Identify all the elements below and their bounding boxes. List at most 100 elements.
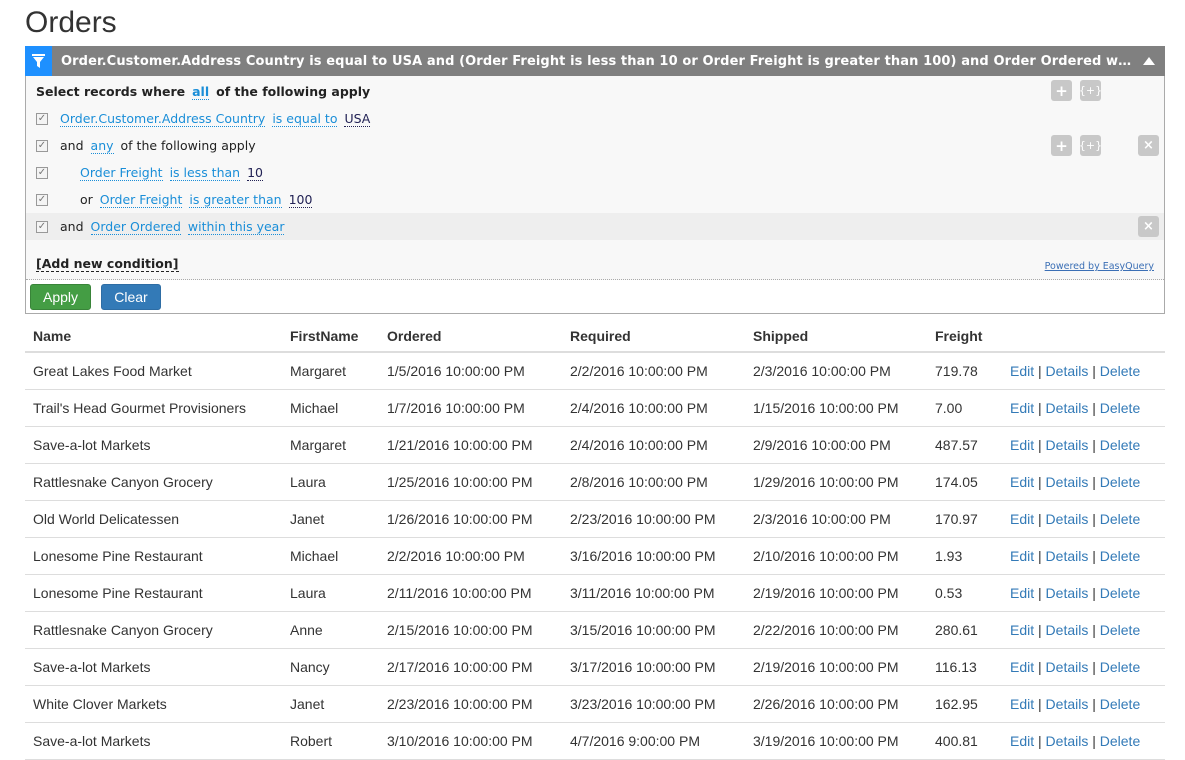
condition-checkbox[interactable]: ✓: [36, 112, 48, 125]
condition-checkbox[interactable]: ✓: [36, 220, 48, 233]
condition-attribute[interactable]: Order Freight: [99, 192, 183, 208]
condition-row: ✓ Order.Customer.Address Country is equa…: [26, 105, 1164, 132]
table-row: White Clover Markets Janet 2/23/2016 10:00…: [25, 685, 1165, 723]
add-group-button[interactable]: {+}: [1079, 80, 1102, 101]
details-link[interactable]: Details: [1046, 622, 1089, 638]
add-condition-button[interactable]: +: [1051, 135, 1072, 156]
separator: |: [1038, 473, 1042, 490]
edit-link[interactable]: Edit: [1010, 733, 1034, 749]
condition-operator[interactable]: within this year: [187, 219, 285, 235]
table-row: Save-a-lot Markets Nancy 2/17/2016 10:00:0…: [25, 648, 1165, 686]
add-new-condition-link[interactable]: [Add new condition]: [36, 257, 179, 272]
separator: |: [1092, 584, 1096, 601]
delete-link[interactable]: Delete: [1100, 622, 1140, 638]
details-link[interactable]: Details: [1046, 437, 1089, 453]
condition-operator[interactable]: is greater than: [189, 192, 282, 208]
edit-link[interactable]: Edit: [1010, 437, 1034, 453]
group-suffix: of the following apply: [120, 138, 256, 153]
edit-link[interactable]: Edit: [1010, 400, 1034, 416]
condition-attribute[interactable]: Order.Customer.Address Country: [60, 111, 266, 127]
table-row: Rattlesnake Canyon Grocery Anne 2/15/2016 …: [25, 611, 1165, 649]
details-link[interactable]: Details: [1046, 548, 1089, 564]
details-link[interactable]: Details: [1046, 585, 1089, 601]
delete-link[interactable]: Delete: [1100, 400, 1140, 416]
edit-link[interactable]: Edit: [1010, 622, 1034, 638]
plus-icon: +: [1055, 136, 1068, 155]
condition-attribute[interactable]: Order Freight: [80, 165, 163, 181]
add-group-button[interactable]: {+}: [1079, 135, 1102, 156]
delete-link[interactable]: Delete: [1100, 733, 1140, 749]
separator: |: [1038, 695, 1042, 712]
condition-operator[interactable]: is equal to: [272, 111, 338, 127]
edit-link[interactable]: Edit: [1010, 511, 1034, 527]
row-actions: Edit | Details | Delete: [1002, 426, 1165, 464]
edit-link[interactable]: Edit: [1010, 696, 1034, 712]
delete-link[interactable]: Delete: [1100, 474, 1140, 490]
row-actions: Edit | Details | Delete: [1002, 352, 1165, 390]
edit-link[interactable]: Edit: [1010, 548, 1034, 564]
edit-link[interactable]: Edit: [1010, 585, 1034, 601]
apply-button[interactable]: Apply: [30, 283, 91, 310]
details-link[interactable]: Details: [1046, 363, 1089, 379]
cell-ordered: 2/15/2016 10:00:00 PM: [379, 611, 562, 649]
cell-required: 2/8/2016 10:00:00 PM: [562, 463, 745, 501]
condition-checkbox[interactable]: ✓: [36, 166, 48, 179]
details-link[interactable]: Details: [1046, 400, 1089, 416]
delete-link[interactable]: Delete: [1100, 548, 1140, 564]
condition-checkbox[interactable]: ✓: [36, 193, 48, 206]
separator: |: [1038, 362, 1042, 379]
edit-link[interactable]: Edit: [1010, 474, 1034, 490]
edit-link[interactable]: Edit: [1010, 659, 1034, 675]
delete-link[interactable]: Delete: [1100, 511, 1140, 527]
cell-freight: 116.13: [927, 648, 1002, 686]
cell-ordered: 1/7/2016 10:00:00 PM: [379, 389, 562, 427]
condition-row: ✓ Order Freight is less than 10: [26, 159, 1164, 186]
cell-name: Lonesome Pine Restaurant: [25, 574, 282, 612]
cell-required: 4/7/2016 9:00:00 PM: [562, 722, 745, 760]
cell-shipped: 2/22/2016 10:00:00 PM: [745, 611, 927, 649]
remove-condition-button[interactable]: ×: [1138, 216, 1159, 237]
condition-value[interactable]: 100: [288, 192, 313, 208]
triangle-up-icon[interactable]: [1133, 57, 1165, 65]
details-link[interactable]: Details: [1046, 659, 1089, 675]
separator: |: [1038, 584, 1042, 601]
cell-shipped: 2/19/2016 10:00:00 PM: [745, 648, 927, 686]
powered-by-link[interactable]: Powered by EasyQuery: [1045, 261, 1154, 272]
details-link[interactable]: Details: [1046, 511, 1089, 527]
remove-condition-button[interactable]: ×: [1138, 135, 1159, 156]
details-link[interactable]: Details: [1046, 733, 1089, 749]
cell-freight: 487.57: [927, 426, 1002, 464]
condition-value[interactable]: USA: [344, 111, 371, 127]
condition-attribute[interactable]: Order Ordered: [90, 219, 181, 235]
filter-icon[interactable]: [25, 46, 52, 76]
details-link[interactable]: Details: [1046, 696, 1089, 712]
group-link-any[interactable]: any: [90, 138, 114, 154]
filter-actions: Apply Clear: [26, 280, 1164, 313]
row-actions: Edit | Details | Delete: [1002, 537, 1165, 575]
condition-operator[interactable]: is less than: [169, 165, 241, 181]
cell-shipped: 2/19/2016 10:00:00 PM: [745, 574, 927, 612]
cell-name: Save-a-lot Markets: [25, 648, 282, 686]
table-header-row: Name FirstName Ordered Required Shipped …: [25, 320, 1165, 353]
delete-link[interactable]: Delete: [1100, 437, 1140, 453]
delete-link[interactable]: Delete: [1100, 696, 1140, 712]
delete-link[interactable]: Delete: [1100, 659, 1140, 675]
separator: |: [1092, 399, 1096, 416]
details-link[interactable]: Details: [1046, 474, 1089, 490]
condition-checkbox[interactable]: ✓: [36, 139, 48, 152]
root-link-all[interactable]: all: [192, 84, 210, 100]
filter-summary: Order.Customer.Address Country is equal …: [61, 53, 1133, 69]
cell-ordered: 2/11/2016 10:00:00 PM: [379, 574, 562, 612]
delete-link[interactable]: Delete: [1100, 363, 1140, 379]
condition-value[interactable]: 10: [247, 165, 263, 181]
cell-name: Rattlesnake Canyon Grocery: [25, 463, 282, 501]
delete-link[interactable]: Delete: [1100, 585, 1140, 601]
separator: |: [1092, 732, 1096, 749]
cell-freight: 280.61: [927, 611, 1002, 649]
table-row: Save-a-lot Markets Margaret 1/21/2016 10:0…: [25, 426, 1165, 464]
cell-firstname: Janet: [282, 500, 379, 538]
add-condition-button[interactable]: +: [1051, 80, 1072, 101]
filter-header-bar[interactable]: Order.Customer.Address Country is equal …: [25, 46, 1165, 76]
edit-link[interactable]: Edit: [1010, 363, 1034, 379]
clear-button[interactable]: Clear: [101, 283, 161, 310]
